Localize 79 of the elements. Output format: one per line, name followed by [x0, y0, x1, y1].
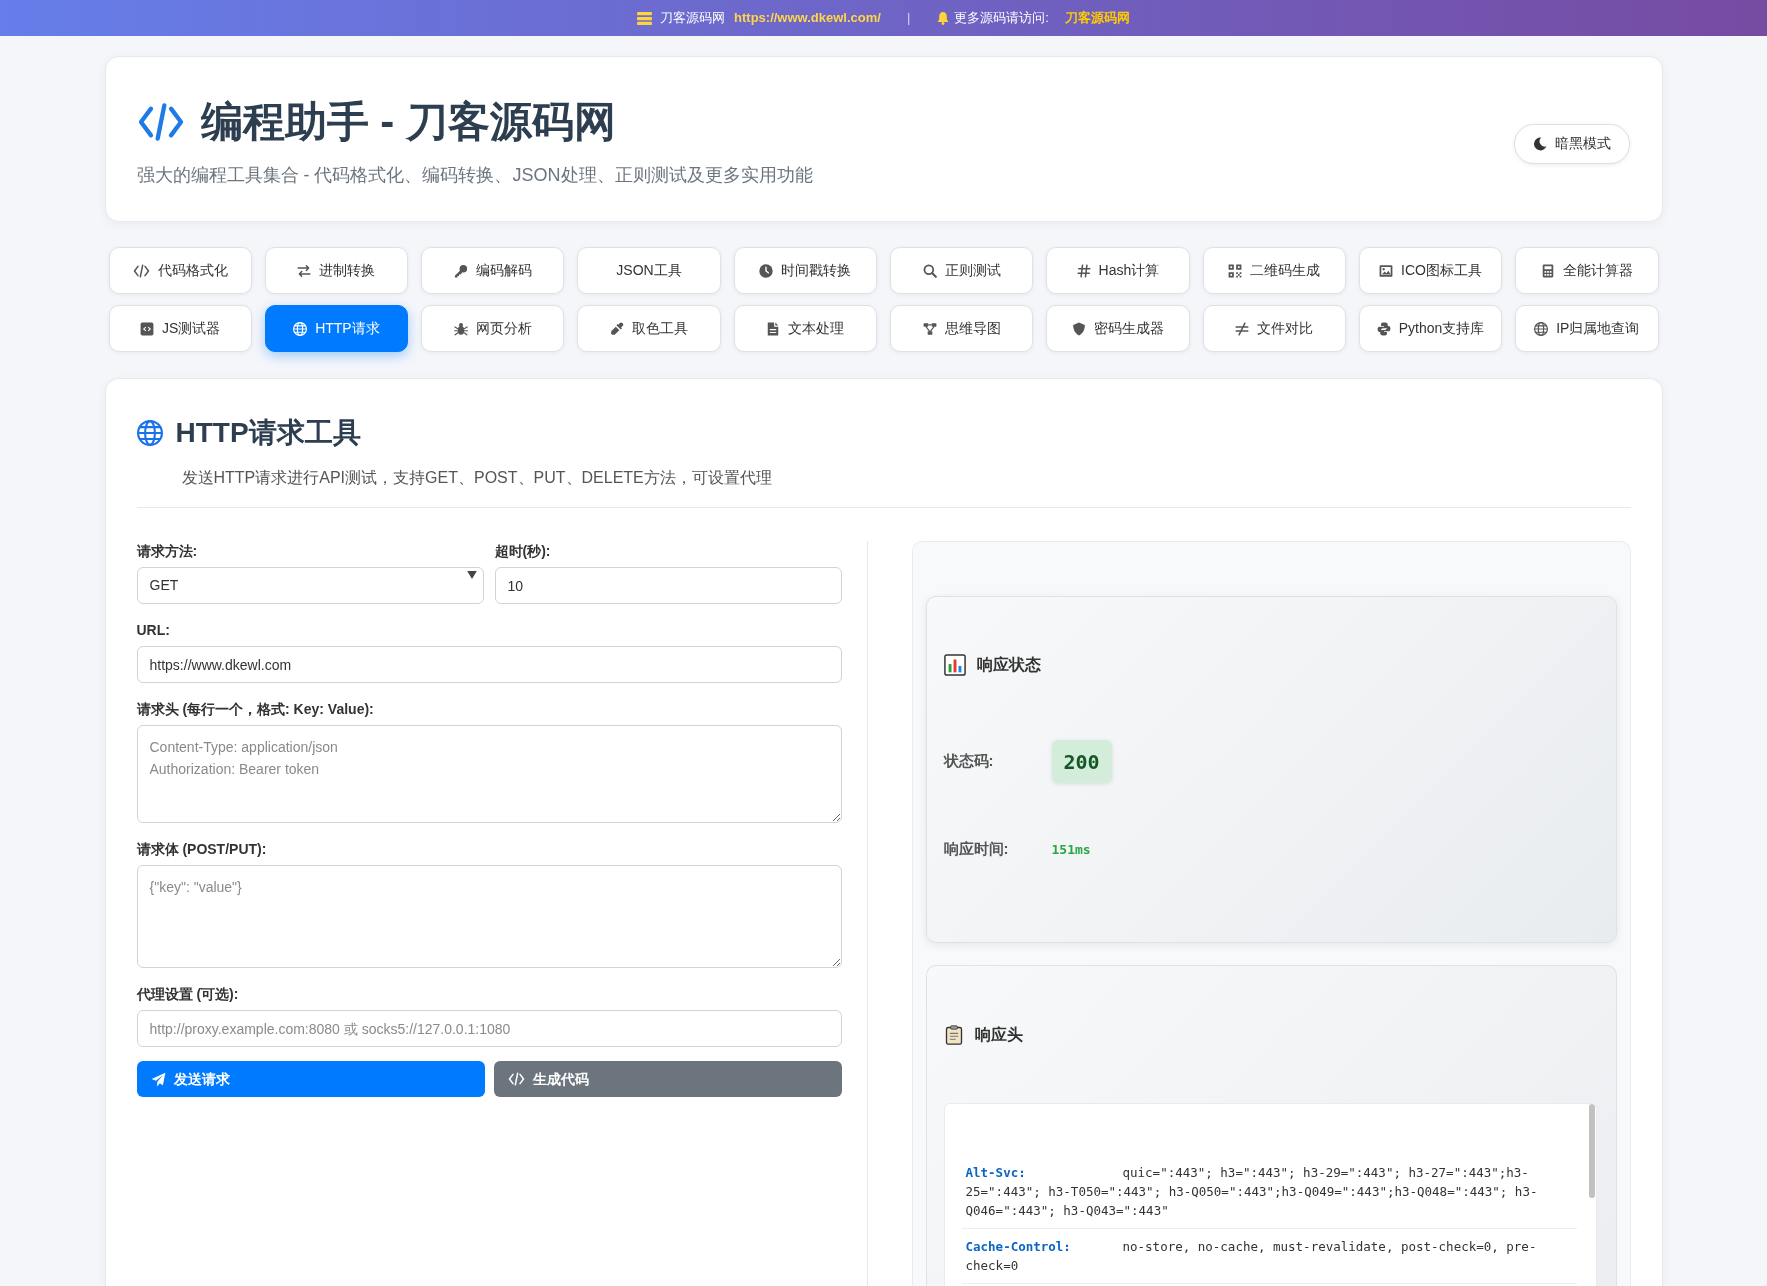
- code-icon: [132, 263, 150, 278]
- code-icon: [507, 1072, 525, 1086]
- moon-icon: [1532, 136, 1547, 151]
- header-entry: Cache-Control: no-store, no-cache, must-revalidate, post-check=0, pre-check=0: [961, 1229, 1577, 1284]
- image-icon: [1379, 263, 1394, 278]
- tool-tab[interactable]: 代码格式化: [108, 247, 252, 294]
- tool-tab[interactable]: HTTP请求: [264, 305, 409, 352]
- status-heading: 响应状态: [976, 655, 1041, 675]
- bar-chart-icon: [943, 654, 966, 676]
- status-code-label: 状态码:: [943, 751, 995, 772]
- response-time-label: 响应时间:: [943, 839, 1010, 859]
- exchange-arrows-icon: [297, 263, 312, 278]
- tool-tab[interactable]: 思维导图: [890, 305, 1034, 352]
- not-equal-icon: [1235, 321, 1250, 336]
- send-request-button[interactable]: 发送请求: [136, 1061, 485, 1097]
- page-title: 编程助手 - 刀客源码网: [200, 98, 616, 146]
- field-label: 超时(秒):: [494, 542, 552, 561]
- method-select[interactable]: GET: [136, 567, 484, 604]
- status-code-badge: 200: [1051, 740, 1112, 783]
- code-logo-icon: [136, 102, 185, 142]
- tool-tab[interactable]: 全能计算器: [1515, 247, 1659, 294]
- caret-icon: [466, 571, 477, 579]
- key-icon: [453, 263, 468, 278]
- tool-tab[interactable]: 网页分析: [421, 305, 565, 352]
- tool-tab[interactable]: Hash计算: [1046, 247, 1190, 294]
- bell-icon: [936, 10, 951, 26]
- tool-tab[interactable]: 进制转换: [264, 247, 409, 294]
- more-sources-label: 更多源码请访问:: [954, 9, 1049, 28]
- eyedropper-icon: [610, 321, 625, 336]
- banner-separator: |: [906, 9, 911, 28]
- tool-title: HTTP请求工具: [175, 416, 361, 450]
- page-subtitle: 强大的编程工具集合 - 代码格式化、编码转换、JSON处理、正则测试及更多实用功能: [136, 164, 813, 187]
- tool-tab[interactable]: 编码解码: [421, 247, 565, 294]
- bug-icon: [453, 321, 468, 336]
- field-label: 请求方法:: [136, 542, 199, 561]
- globe-icon: [293, 321, 308, 336]
- tool-tab[interactable]: 文本处理: [733, 305, 877, 352]
- header-entry: Alt-Svc: quic=":443"; h3=":443"; h3-29=":443"; h3-27=":443";h3-25=":443"; h3-T050=":443"; h3-Q050=":443";h3-Q049=":443";h3-Q048=":443"; h3-Q046=":443"; h3-Q043=":443": [961, 1155, 1577, 1229]
- dark-mode-button[interactable]: 暗黑模式: [1513, 123, 1630, 164]
- tool-tab[interactable]: IP归属地查询: [1515, 305, 1659, 352]
- response-time-value: 151ms: [1051, 840, 1091, 859]
- tool-description: 发送HTTP请求进行API测试，支持GET、POST、PUT、DELETE方法，可设置代理: [181, 468, 773, 488]
- tool-tab[interactable]: 时间戳转换: [733, 247, 877, 294]
- timeout-input[interactable]: 10: [494, 567, 842, 604]
- tool-tab[interactable]: ICO图标工具: [1358, 247, 1503, 294]
- tool-tab[interactable]: Python支持库: [1358, 305, 1503, 352]
- globe-icon: [1534, 321, 1549, 336]
- clipboard-icon: [943, 1023, 964, 1047]
- tool-tab[interactable]: JS测试器: [108, 305, 252, 352]
- tool-tab[interactable]: 正则测试: [890, 247, 1034, 294]
- field-label: URL:: [136, 621, 171, 640]
- shield-icon: [1071, 321, 1086, 336]
- tool-tab[interactable]: 取色工具: [577, 305, 721, 352]
- search-icon: [922, 263, 937, 278]
- tool-tab[interactable]: 密码生成器: [1046, 305, 1190, 352]
- field-label: 请求头 (每行一个，格式: Key: Value):: [136, 700, 375, 719]
- url-input[interactable]: https://www.dkewl.com: [136, 646, 842, 683]
- calculator-icon: [1540, 263, 1555, 278]
- paper-plane-icon: [150, 1071, 166, 1087]
- diagram-icon: [922, 321, 937, 336]
- body-textarea[interactable]: {"key": "value"}: [136, 865, 842, 968]
- tool-tab[interactable]: 文件对比: [1202, 305, 1346, 352]
- clock-icon: [759, 263, 774, 278]
- stacked-bars-icon: [637, 11, 653, 25]
- proxy-input[interactable]: http://proxy.example.com:8080 或 socks5://127.0.0.1:1080: [136, 1010, 842, 1047]
- scrollbar-thumb[interactable]: [1588, 1104, 1595, 1198]
- hashtag-icon: [1076, 263, 1091, 278]
- site-name: 刀客源码网: [660, 9, 726, 28]
- qr-code-icon: [1228, 263, 1243, 278]
- field-label: 请求体 (POST/PUT):: [136, 840, 268, 859]
- python-icon: [1376, 321, 1391, 336]
- headers-heading: 响应头: [974, 1025, 1023, 1045]
- globe-icon: [136, 420, 163, 446]
- generate-code-button[interactable]: 生成代码: [493, 1061, 842, 1097]
- tool-tab[interactable]: 二维码生成: [1202, 247, 1346, 294]
- tool-tab[interactable]: JSON工具: [577, 247, 721, 294]
- headers-textarea[interactable]: Content-Type: application/json Authorization: Bearer token: [136, 725, 842, 823]
- file-icon: [766, 321, 781, 336]
- field-label: 代理设置 (可选):: [136, 985, 240, 1004]
